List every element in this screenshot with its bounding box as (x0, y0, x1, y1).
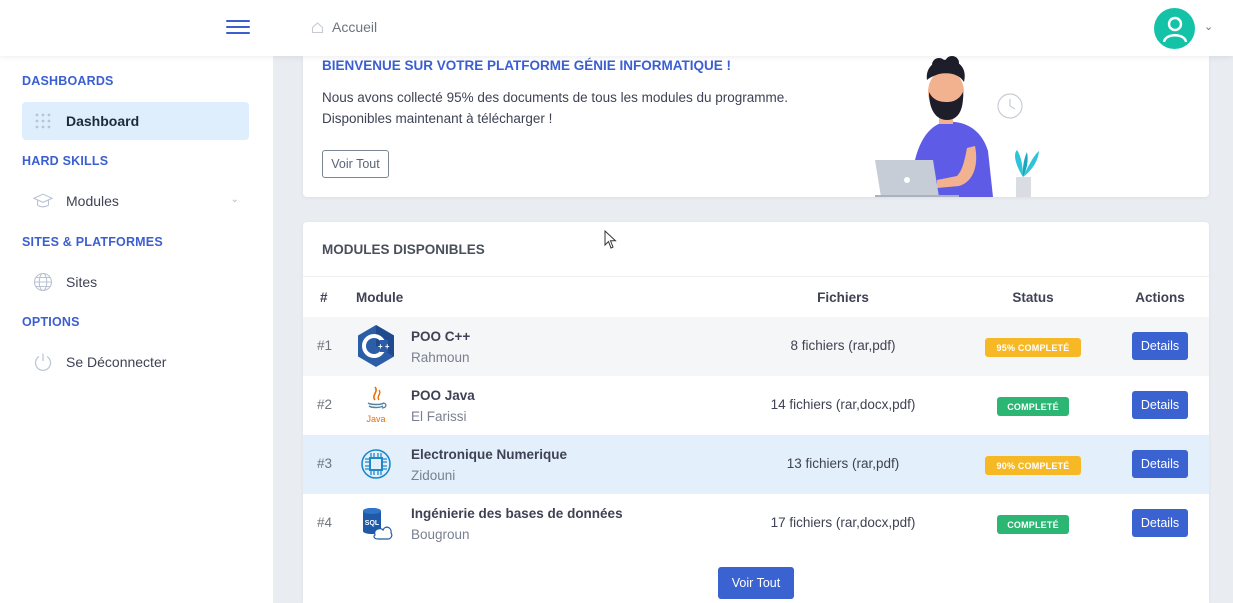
module-name[interactable]: Electronique Numerique (411, 447, 567, 462)
column-header-number: # (320, 290, 328, 305)
sql-database-icon: SQL (355, 502, 397, 544)
sidebar-item-label: Modules (66, 193, 119, 209)
module-name[interactable]: Ingénierie des bases de données (411, 506, 623, 521)
module-professor: Zidouni (411, 468, 456, 483)
java-logo-text: Java (366, 414, 385, 424)
divider (303, 276, 1209, 277)
row-number: #2 (317, 397, 333, 412)
row-number: #3 (317, 456, 333, 471)
module-files: 13 fichiers (rar,pdf) (786, 456, 900, 471)
home-icon (311, 21, 324, 33)
details-button[interactable]: Details (1132, 450, 1188, 478)
welcome-line-1: Nous avons collecté 95% des documents de… (322, 90, 789, 105)
status-badge: COMPLETÉ (997, 515, 1069, 534)
user-avatar-icon[interactable] (1154, 8, 1195, 49)
module-files: 17 fichiers (rar,docx,pdf) (770, 515, 916, 530)
welcome-title: BIENVENUE SUR VOTRE PLATFORME GÉNIE INFO… (322, 58, 732, 73)
module-files: 14 fichiers (rar,docx,pdf) (770, 397, 916, 412)
mouse-cursor-icon (604, 230, 617, 249)
status-badge: 90% COMPLETÉ (985, 456, 1081, 475)
module-professor: Rahmoun (411, 350, 470, 365)
sidebar-section-sites: SITES & PLATFORMES (22, 235, 163, 249)
module-professor: El Farissi (411, 409, 467, 424)
row-number: #1 (317, 338, 333, 353)
chevron-down-icon[interactable]: ⌄ (1204, 20, 1213, 33)
module-files: 8 fichiers (rar,pdf) (790, 338, 896, 353)
column-header-files: Fichiers (817, 290, 869, 305)
java-logo-icon: Java (355, 384, 397, 426)
details-button[interactable]: Details (1132, 391, 1188, 419)
graduation-cap-icon (33, 191, 53, 211)
sidebar-section-dashboards: DASHBOARDS (22, 74, 114, 88)
welcome-text: Nous avons collecté 95% des documents de… (322, 87, 842, 129)
status-badge: 95% COMPLETÉ (985, 338, 1081, 357)
cpp-logo-icon: + + (355, 325, 397, 367)
welcome-line-2: Disponibles maintenant à télécharger ! (322, 111, 553, 126)
module-name[interactable]: POO C++ (411, 329, 470, 344)
modules-title: MODULES DISPONIBLES (322, 242, 485, 257)
breadcrumb: Accueil (311, 19, 377, 35)
status-badge: COMPLETÉ (997, 397, 1069, 416)
power-icon (33, 352, 53, 372)
sql-logo-text: SQL (365, 520, 380, 527)
sidebar-item-label: Se Déconnecter (66, 354, 167, 370)
column-header-status: Status (1012, 290, 1054, 305)
sidebar-item-dashboard[interactable]: Dashboard (22, 102, 249, 140)
table-row[interactable]: #2 Java POO Java El Farissi 14 fichiers … (303, 376, 1209, 435)
sidebar-item-label: Dashboard (66, 113, 140, 129)
column-header-module: Module (356, 290, 404, 305)
globe-icon (33, 272, 53, 292)
table-row[interactable]: #1 + + POO C++ Rahmoun 8 fichiers (rar,p… (303, 317, 1209, 376)
table-row[interactable]: #4 SQL Ingénierie des bases de données B… (303, 494, 1209, 553)
details-button[interactable]: Details (1132, 509, 1188, 537)
sidebar-section-hard-skills: HARD SKILLS (22, 154, 109, 168)
sidebar-item-modules[interactable]: Modules ⌄ (22, 182, 249, 220)
details-button[interactable]: Details (1132, 332, 1188, 360)
see-all-button[interactable]: Voir Tout (322, 150, 389, 178)
see-all-modules-button[interactable]: Voir Tout (718, 567, 794, 599)
welcome-card: BIENVENUE SUR VOTRE PLATFORME GÉNIE INFO… (303, 56, 1209, 197)
chip-icon (355, 443, 397, 485)
module-name[interactable]: POO Java (411, 388, 475, 403)
sidebar-item-label: Sites (66, 274, 98, 290)
developer-illustration (875, 56, 1039, 197)
sidebar-item-sites[interactable]: Sites (22, 263, 249, 301)
svg-text:+ +: + + (378, 342, 390, 351)
module-professor: Bougroun (411, 527, 470, 542)
column-header-actions: Actions (1135, 290, 1185, 305)
modules-card: MODULES DISPONIBLES # Module Fichiers St… (303, 222, 1209, 603)
sidebar-item-logout[interactable]: Se Déconnecter (22, 343, 249, 381)
sidebar: DASHBOARDS Dashboard HARD SKILLS Modules… (0, 56, 273, 603)
top-bar: Accueil ⌄ (0, 0, 1233, 56)
row-number: #4 (317, 515, 333, 530)
chevron-down-icon[interactable]: ⌄ (231, 194, 239, 205)
hamburger-icon[interactable] (226, 18, 250, 36)
table-row[interactable]: #3 Electronique Numerique Zidouni 13 fic… (303, 435, 1209, 494)
grid-dots-icon (33, 111, 53, 131)
breadcrumb-home[interactable]: Accueil (332, 19, 377, 35)
sidebar-section-options: OPTIONS (22, 315, 80, 329)
